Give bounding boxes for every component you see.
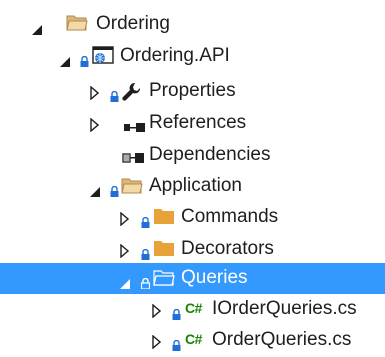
tree-row-properties[interactable]: Properties: [0, 76, 385, 107]
references-icon: [124, 118, 148, 140]
lock-icon: [110, 86, 119, 102]
collapsed-arrow-icon[interactable]: [120, 210, 130, 232]
folder-open-icon: [66, 13, 88, 37]
tree-label: References: [149, 112, 247, 133]
tree-row-ordering-api[interactable]: Ordering.API: [0, 41, 385, 72]
collapsed-arrow-icon[interactable]: [152, 302, 162, 324]
collapsed-arrow-icon[interactable]: [90, 84, 100, 106]
tree-row-references[interactable]: References: [0, 108, 385, 139]
tree-label: Decorators: [181, 238, 274, 259]
tree-label: Properties: [149, 80, 236, 101]
tree-label: OrderQueries.cs: [212, 329, 352, 350]
tree-label: Ordering.API: [120, 45, 230, 66]
lock-icon: [172, 335, 181, 351]
dependencies-icon: [122, 149, 146, 171]
tree-row-iorderqueries[interactable]: C# IOrderQueries.cs: [0, 294, 385, 325]
tree-label: Queries: [181, 267, 248, 288]
tree-row-queries[interactable]: Queries: [0, 263, 385, 294]
collapsed-arrow-icon[interactable]: [152, 333, 162, 355]
folder-open-icon: [121, 176, 143, 200]
tree-row-decorators[interactable]: Decorators: [0, 234, 385, 265]
tree-row-dependencies[interactable]: Dependencies: [0, 140, 385, 171]
lock-icon: [80, 51, 89, 67]
wrench-icon: [121, 81, 141, 107]
csharp-file-icon: C#: [185, 300, 202, 316]
expanded-arrow-icon[interactable]: [120, 273, 130, 295]
lock-icon: [110, 181, 119, 197]
web-project-icon: [92, 46, 114, 72]
csharp-file-icon: C#: [185, 331, 202, 347]
lock-icon: [141, 244, 150, 260]
expanded-arrow-icon[interactable]: [90, 181, 100, 203]
tree-label: IOrderQueries.cs: [212, 298, 357, 319]
collapsed-arrow-icon[interactable]: [120, 242, 130, 264]
expanded-arrow-icon[interactable]: [32, 19, 42, 41]
tree-row-application[interactable]: Application: [0, 171, 385, 202]
folder-icon: [153, 239, 175, 263]
lock-icon: [141, 212, 150, 228]
lock-icon: [172, 304, 181, 320]
expanded-arrow-icon[interactable]: [60, 51, 70, 73]
lock-icon: [140, 273, 151, 290]
folder-icon: [153, 207, 175, 231]
tree-label: Commands: [181, 206, 279, 227]
tree-row-ordering[interactable]: Ordering: [0, 9, 385, 40]
tree-row-orderqueries[interactable]: C# OrderQueries.cs: [0, 325, 385, 356]
solution-explorer-tree: Ordering Ordering.API Properties Referen…: [0, 0, 385, 351]
tree-row-commands[interactable]: Commands: [0, 202, 385, 233]
collapsed-arrow-icon[interactable]: [90, 116, 100, 138]
tree-label: Application: [149, 175, 242, 196]
tree-label: Ordering: [96, 13, 170, 34]
tree-label: Dependencies: [149, 144, 271, 165]
folder-open-icon: [153, 268, 175, 292]
